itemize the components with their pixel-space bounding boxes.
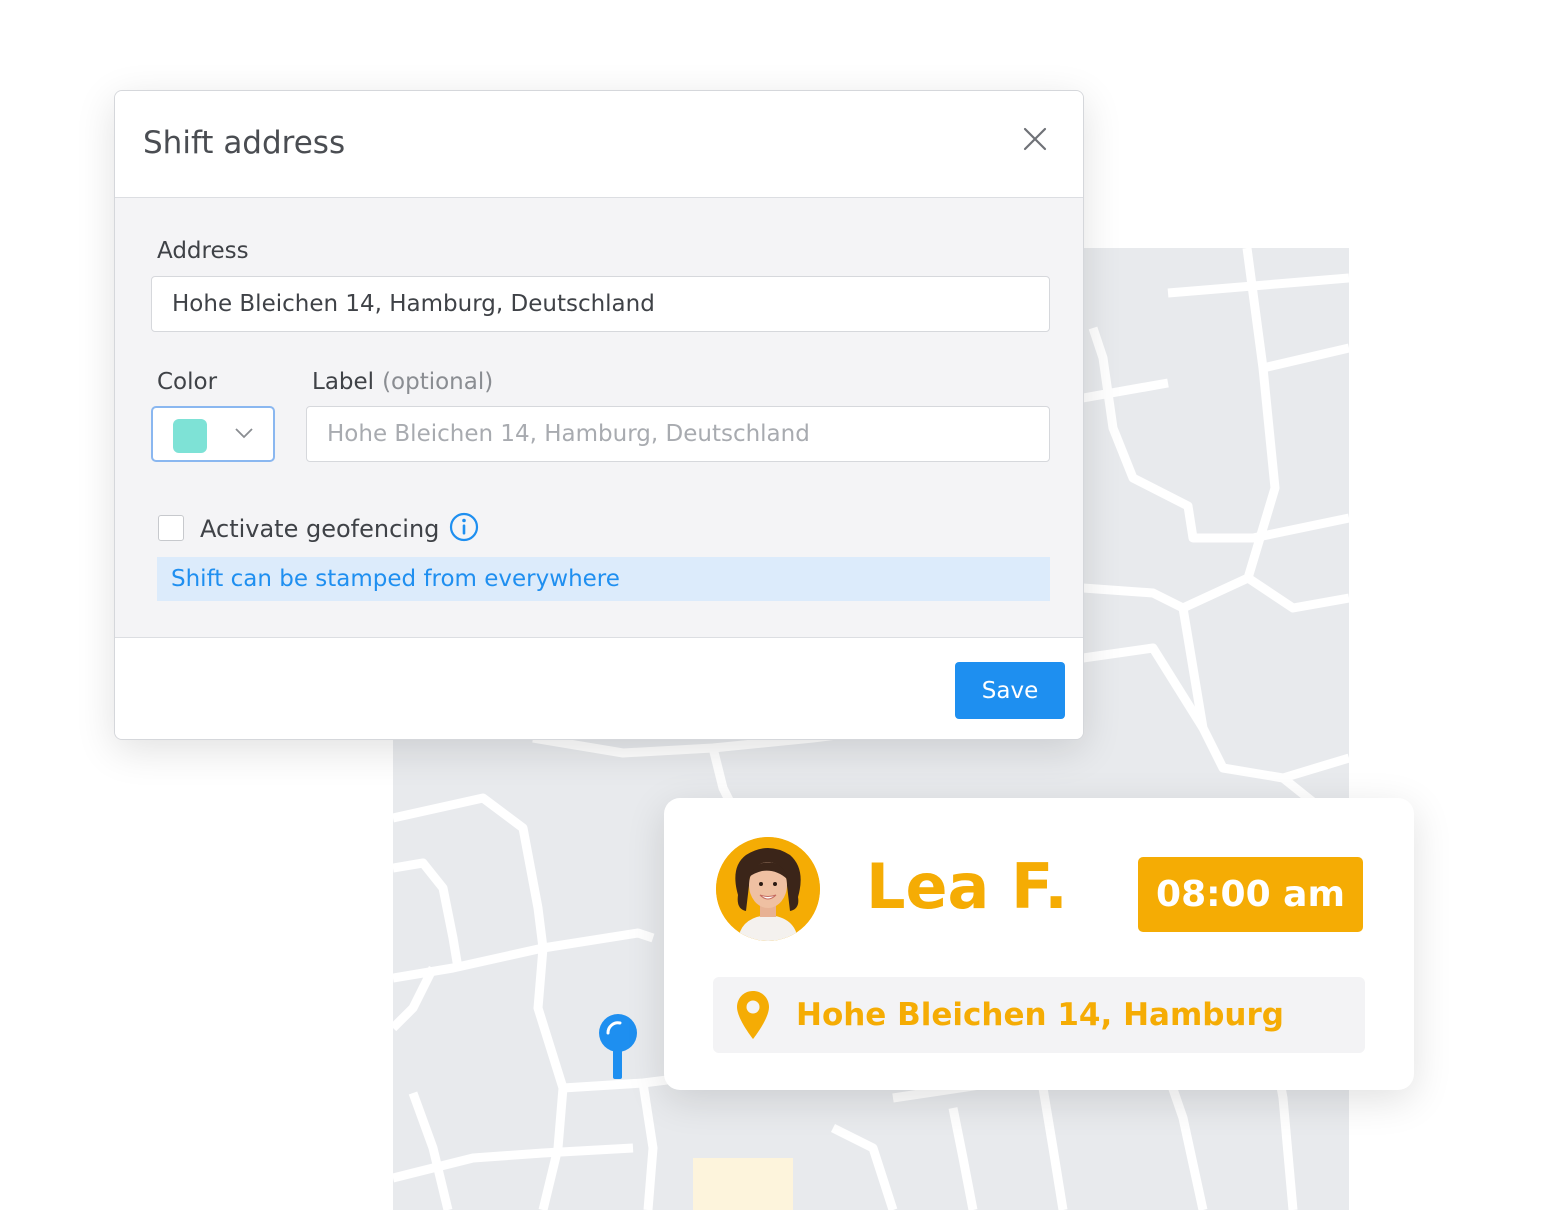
- employee-shift-card: Lea F. 08:00 am Hohe Bleichen 14, Hambur…: [664, 798, 1414, 1090]
- optional-hint: (optional): [382, 369, 494, 395]
- address-input[interactable]: Hohe Bleichen 14, Hamburg, Deutschland: [151, 276, 1050, 332]
- save-button[interactable]: Save: [955, 662, 1065, 719]
- geofencing-note: Shift can be stamped from everywhere: [157, 557, 1050, 601]
- dialog-title: Shift address: [143, 125, 346, 161]
- shift-time-badge: 08:00 am: [1138, 857, 1363, 932]
- address-input-value: Hohe Bleichen 14, Hamburg, Deutschland: [172, 291, 655, 317]
- avatar: [716, 837, 820, 941]
- shift-address-row: Hohe Bleichen 14, Hamburg: [713, 977, 1365, 1053]
- close-icon[interactable]: [1023, 127, 1047, 151]
- color-select[interactable]: [151, 406, 275, 462]
- avatar-portrait: [716, 837, 820, 941]
- dialog-header: Shift address: [115, 91, 1083, 198]
- info-icon[interactable]: [449, 512, 479, 542]
- map-pin-icon: [737, 991, 769, 1039]
- label-input[interactable]: Hohe Bleichen 14, Hamburg, Deutschland: [306, 406, 1050, 462]
- color-swatch: [173, 419, 207, 453]
- geofencing-checkbox[interactable]: [158, 515, 184, 541]
- address-label: Address: [157, 238, 249, 264]
- shift-address-dialog: Shift address Address Hohe Bleichen 14, …: [114, 90, 1084, 740]
- chevron-down-icon: [235, 428, 253, 439]
- label-field-title: Label: [312, 369, 375, 395]
- shift-address-text: Hohe Bleichen 14, Hamburg: [796, 997, 1284, 1033]
- label-input-placeholder: Hohe Bleichen 14, Hamburg, Deutschland: [327, 421, 810, 447]
- map-pin-icon[interactable]: [598, 1013, 638, 1081]
- color-label: Color: [157, 369, 218, 395]
- geofencing-label[interactable]: Activate geofencing: [200, 515, 439, 543]
- employee-name: Lea F.: [866, 850, 1068, 923]
- dialog-footer: Save: [115, 637, 1083, 739]
- label-field-label: Label (optional): [312, 369, 493, 395]
